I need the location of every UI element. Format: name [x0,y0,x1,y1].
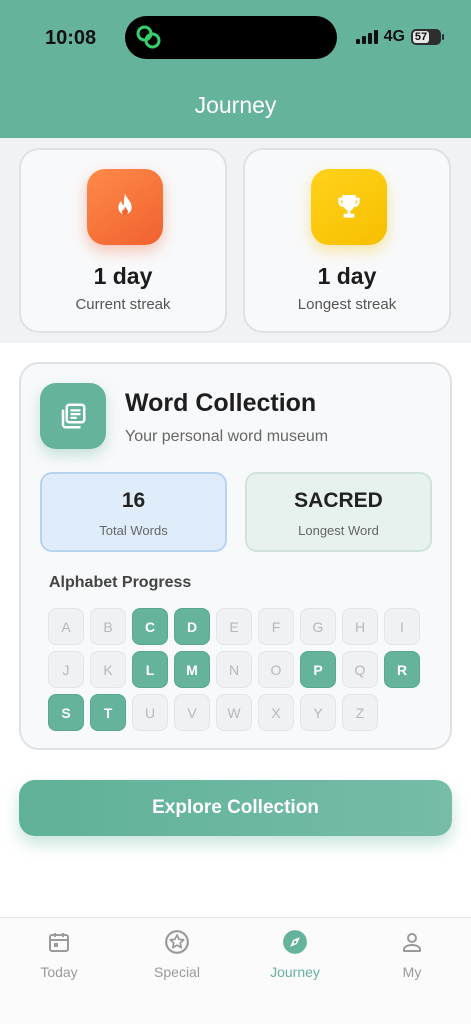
longest-word-value: SACRED [294,489,383,512]
status-time: 10:08 [45,27,97,49]
letter-tile-t[interactable]: T [90,694,126,731]
letter-tile-y[interactable]: Y [300,694,336,731]
letter-tile-x[interactable]: X [258,694,294,731]
letter-tile-b[interactable]: B [90,608,126,645]
battery-level: 57 [413,31,429,43]
tab-label: Special [154,964,200,980]
library-icon [40,383,106,449]
letter-tile-n[interactable]: N [216,651,252,688]
person-icon [357,928,467,956]
letter-tile-g[interactable]: G [300,608,336,645]
page-title: Journey [194,92,277,118]
status-indicators: 4G 57 [355,28,444,46]
longest-word-stat: SACRED Longest Word [245,472,432,552]
alphabet-progress-heading: Alphabet Progress [49,574,192,591]
letter-tile-c[interactable]: C [132,608,168,645]
letter-tile-e[interactable]: E [216,608,252,645]
tab-today[interactable]: Today [4,928,114,988]
letter-tile-v[interactable]: V [174,694,210,731]
current-streak-value: 1 day [93,263,153,289]
explore-collection-button[interactable]: Explore Collection [19,780,452,836]
longest-streak-label: Longest streak [297,296,397,313]
calendar-icon [4,928,114,956]
word-collection-subtitle: Your personal word museum [125,428,329,445]
letter-tile-f[interactable]: F [258,608,294,645]
letter-tile-r[interactable]: R [384,651,420,688]
word-collection-card: Word Collection Your personal word museu… [19,362,452,750]
tab-label: My [402,964,422,980]
star-badge-icon [122,928,232,956]
signal-icon [355,30,378,44]
bottom-tab-bar: Today Special Journey My [0,917,471,1024]
letter-tile-o[interactable]: O [258,651,294,688]
compass-icon [240,928,350,956]
total-words-label: Total Words [99,523,168,538]
tab-journey[interactable]: Journey [240,928,350,988]
letter-tile-q[interactable]: Q [342,651,378,688]
letter-tile-p[interactable]: P [300,651,336,688]
network-type: 4G [383,28,405,45]
letter-tile-h[interactable]: H [342,608,378,645]
total-words-value: 16 [121,489,146,512]
letter-tile-a[interactable]: A [48,608,84,645]
fire-icon [87,169,163,245]
trophy-icon [311,169,387,245]
letter-tile-s[interactable]: S [48,694,84,731]
tab-label: Today [40,964,78,980]
letter-tile-d[interactable]: D [174,608,210,645]
longest-word-label: Longest Word [298,523,379,538]
letter-tile-u[interactable]: U [132,694,168,731]
letter-tile-w[interactable]: W [216,694,252,731]
word-collection-title: Word Collection [125,389,317,417]
letter-tile-l[interactable]: L [132,651,168,688]
streak-section: 1 day Current streak 1 day Longest strea… [0,138,471,343]
longest-streak-card: 1 day Longest streak [243,148,451,333]
link-app-icon [135,24,163,55]
current-streak-card: 1 day Current streak [19,148,227,333]
app-header: 10:08 4G 57 Journey [0,0,471,138]
letter-tile-j[interactable]: J [48,651,84,688]
tab-special[interactable]: Special [122,928,232,988]
letter-tile-m[interactable]: M [174,651,210,688]
tab-my[interactable]: My [357,928,467,988]
alphabet-grid: ABCDEFGHI JKLMNOPQR STUVWXYZ [48,608,428,731]
tab-label: Journey [270,964,320,980]
letter-tile-z[interactable]: Z [342,694,378,731]
letter-tile-i[interactable]: I [384,608,420,645]
letter-tile-k[interactable]: K [90,651,126,688]
dynamic-island [125,16,337,59]
total-words-stat: 16 Total Words [40,472,227,552]
longest-streak-value: 1 day [317,263,377,289]
current-streak-label: Current streak [75,296,171,313]
battery-icon: 57 [411,29,444,45]
